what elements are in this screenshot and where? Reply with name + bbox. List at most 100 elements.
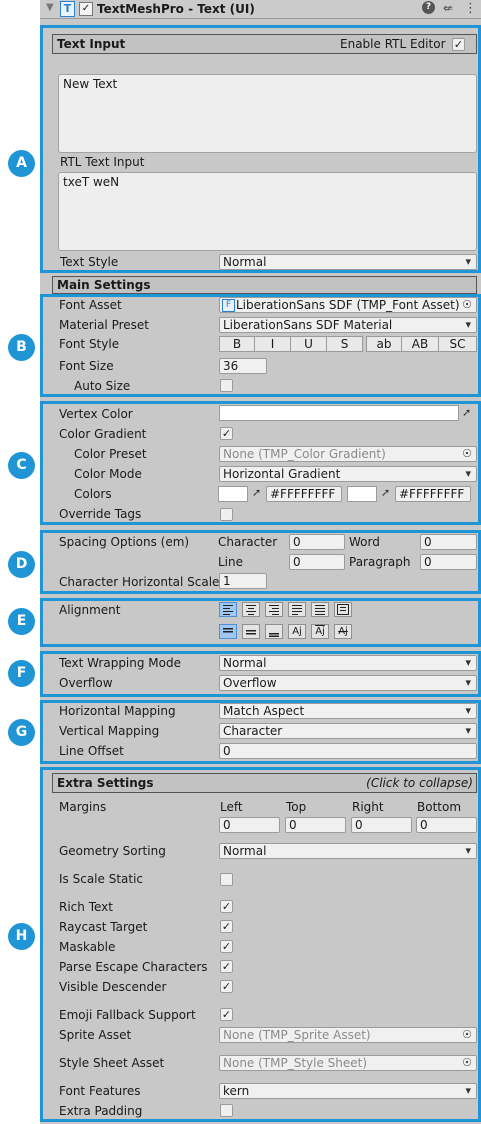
word-spacing-field[interactable]: 0	[420, 534, 477, 550]
align-midline-button[interactable]: Aj	[311, 624, 329, 639]
font-style-italic-button[interactable]: I	[254, 336, 291, 352]
extra-settings-header[interactable]: Extra Settings (Click to collapse)	[52, 773, 477, 793]
font-style-lowercase-button[interactable]: ab	[366, 336, 402, 352]
badge-f: F	[8, 660, 35, 687]
main-settings-header: Main Settings	[52, 276, 477, 294]
align-capline-icon: Aj	[338, 626, 348, 637]
font-style-strikethrough-button[interactable]: S	[326, 336, 363, 352]
emoji-fallback-checkbox[interactable]: ✓	[220, 1008, 233, 1021]
align-top-button[interactable]	[219, 624, 237, 639]
font-style-bold-button[interactable]: B	[219, 336, 255, 352]
badge-h: H	[8, 923, 35, 950]
char-h-scale-field[interactable]: 1	[219, 573, 267, 589]
margin-right-label: Right	[352, 800, 384, 814]
auto-size-checkbox[interactable]	[220, 379, 233, 392]
font-features-label: Font Features	[59, 1084, 141, 1098]
emoji-fallback-label: Emoji Fallback Support	[59, 1008, 196, 1022]
style-sheet-label: Style Sheet Asset	[59, 1056, 165, 1070]
preset-icon[interactable]: ⇍	[443, 1, 453, 15]
align-flush-button[interactable]	[311, 602, 329, 617]
font-style-smallcaps-button[interactable]: SC	[438, 336, 477, 352]
margin-right-field[interactable]: 0	[351, 817, 412, 833]
style-sheet-picker-icon[interactable]: ☉	[462, 1056, 472, 1070]
color2-hex-field[interactable]: #FFFFFFFF	[395, 486, 471, 502]
font-features-dropdown[interactable]: kern	[219, 1083, 477, 1099]
color2-swatch[interactable]	[347, 486, 377, 502]
text-input-area[interactable]: New Text	[58, 74, 477, 153]
color1-eyedropper-icon[interactable]: ➚	[252, 486, 261, 499]
text-wrapping-dropdown[interactable]: Normal	[219, 655, 477, 671]
badge-e: E	[8, 608, 35, 635]
align-capline-button[interactable]: Aj	[334, 624, 352, 639]
color-mode-dropdown[interactable]: Horizontal Gradient	[219, 466, 477, 482]
line-spacing-field[interactable]: 0	[289, 554, 345, 570]
margin-bottom-field[interactable]: 0	[416, 817, 477, 833]
context-menu-icon[interactable]: ⋮	[464, 1, 477, 16]
align-baseline-icon: Aj	[292, 626, 302, 637]
help-icon[interactable]: ?	[422, 1, 435, 14]
line-offset-label: Line Offset	[59, 744, 124, 758]
align-right-icon	[269, 605, 279, 615]
sprite-asset-field[interactable]: None (TMP_Sprite Asset) ☉	[219, 1027, 477, 1043]
font-size-field[interactable]: 36	[219, 358, 267, 374]
margin-top-field[interactable]: 0	[285, 817, 346, 833]
color1-swatch[interactable]	[218, 486, 248, 502]
color2-eyedropper-icon[interactable]: ➚	[381, 486, 390, 499]
font-style-uppercase-button[interactable]: AB	[401, 336, 439, 352]
font-style-label: Font Style	[59, 337, 120, 351]
component-title: TextMeshPro - Text (UI)	[97, 2, 255, 16]
color-gradient-checkbox[interactable]: ✓	[220, 427, 233, 440]
parse-escape-checkbox[interactable]: ✓	[220, 960, 233, 973]
font-style-underline-button[interactable]: U	[290, 336, 327, 352]
object-picker-icon[interactable]: ☉	[462, 298, 472, 312]
vertex-color-swatch[interactable]	[219, 405, 459, 421]
geometry-sorting-dropdown[interactable]: Normal	[219, 843, 477, 859]
visible-descender-checkbox[interactable]: ✓	[220, 980, 233, 993]
character-spacing-field[interactable]: 0	[289, 534, 345, 550]
align-left-button[interactable]	[219, 602, 237, 617]
badge-d: D	[8, 551, 35, 578]
paragraph-spacing-field[interactable]: 0	[420, 554, 477, 570]
component-enabled-checkbox[interactable]: ✓	[79, 2, 93, 16]
sprite-asset-picker-icon[interactable]: ☉	[462, 1028, 472, 1042]
font-asset-value: LiberationSans SDF (TMP_Font Asset)	[236, 298, 460, 312]
align-right-button[interactable]	[265, 602, 283, 617]
margin-left-field[interactable]: 0	[219, 817, 280, 833]
rich-text-checkbox[interactable]: ✓	[220, 900, 233, 913]
eyedropper-icon[interactable]: ➚	[462, 406, 471, 419]
align-justified-button[interactable]	[288, 602, 306, 617]
align-geometry-center-button[interactable]	[334, 602, 352, 617]
align-baseline-button[interactable]: Aj	[288, 624, 306, 639]
color-preset-picker-icon[interactable]: ☉	[462, 447, 472, 461]
foldout-arrow-icon[interactable]: ▼	[46, 2, 54, 13]
extra-padding-checkbox[interactable]	[220, 1104, 233, 1117]
paragraph-spacing-label: Paragraph	[349, 555, 411, 569]
material-preset-dropdown[interactable]: LiberationSans SDF Material	[219, 317, 477, 333]
material-preset-label: Material Preset	[59, 318, 149, 332]
align-bottom-button[interactable]	[265, 624, 283, 639]
align-middle-button[interactable]	[242, 624, 260, 639]
visible-descender-label: Visible Descender	[59, 980, 167, 994]
badge-b: B	[8, 334, 35, 361]
rtl-text-input-label: RTL Text Input	[60, 155, 145, 169]
color1-hex-field[interactable]: #FFFFFFFF	[266, 486, 342, 502]
line-offset-field[interactable]: 0	[219, 743, 477, 759]
rtl-editor-checkbox[interactable]: ✓	[452, 38, 465, 51]
maskable-checkbox[interactable]: ✓	[220, 940, 233, 953]
margin-bottom-label: Bottom	[417, 800, 462, 814]
font-asset-field[interactable]: F LiberationSans SDF (TMP_Font Asset) ☉	[219, 297, 477, 313]
override-tags-checkbox[interactable]	[220, 508, 233, 521]
align-center-button[interactable]	[242, 602, 260, 617]
style-sheet-field[interactable]: None (TMP_Style Sheet) ☉	[219, 1055, 477, 1071]
vertical-mapping-dropdown[interactable]: Character	[219, 723, 477, 739]
rtl-text-input-area[interactable]: txeT weN	[58, 172, 477, 251]
raycast-target-checkbox[interactable]: ✓	[220, 920, 233, 933]
text-wrapping-label: Text Wrapping Mode	[59, 656, 181, 670]
margin-top-label: Top	[286, 800, 307, 814]
horizontal-mapping-dropdown[interactable]: Match Aspect	[219, 703, 477, 719]
overflow-dropdown[interactable]: Overflow	[219, 675, 477, 691]
is-scale-static-checkbox[interactable]	[220, 873, 233, 886]
text-style-dropdown[interactable]: Normal	[219, 254, 477, 270]
badge-a: A	[8, 150, 35, 177]
color-preset-field[interactable]: None (TMP_Color Gradient) ☉	[219, 446, 477, 462]
